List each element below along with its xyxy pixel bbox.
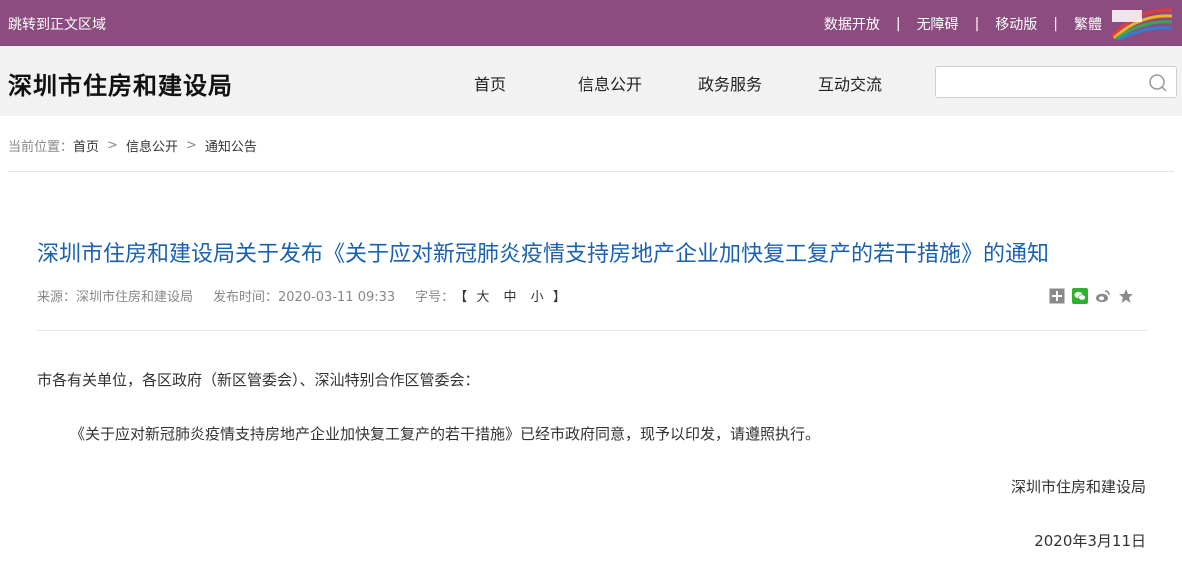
font-size-small[interactable]: 小 bbox=[531, 290, 544, 305]
separator: | bbox=[895, 16, 901, 32]
breadcrumb-separator: > bbox=[107, 138, 118, 153]
traditional-chinese-link[interactable]: 繁體 bbox=[1074, 14, 1102, 34]
site-title[interactable]: 深圳市住房和建设局 bbox=[8, 66, 233, 101]
weibo-icon[interactable] bbox=[1095, 288, 1111, 304]
separator: | bbox=[974, 16, 980, 32]
font-size-selector: 【 大 中 小 】 bbox=[454, 286, 566, 305]
nav-info-disclosure[interactable]: 信息公开 bbox=[550, 71, 670, 95]
article-body-paragraph: 《关于应对新冠肺炎疫情支持房地产企业加快复工复产的若干措施》已经市政府同意，现予… bbox=[70, 425, 821, 443]
plus-share-icon[interactable] bbox=[1049, 288, 1065, 304]
nav-interaction[interactable]: 互动交流 bbox=[790, 71, 910, 95]
utility-links: 数据开放 | 无障碍 | 移动版 | 繁體 bbox=[824, 14, 1102, 34]
article-publish-time: 发布时间：2020-03-11 09:33 bbox=[213, 290, 396, 305]
open-data-link[interactable]: 数据开放 bbox=[824, 14, 880, 34]
accessibility-link[interactable]: 无障碍 bbox=[917, 14, 959, 34]
divider bbox=[8, 171, 1174, 172]
breadcrumb-home[interactable]: 首页 bbox=[73, 136, 99, 155]
article-date: 2020年3月11日 bbox=[1034, 532, 1146, 550]
share-toolbar bbox=[1042, 288, 1134, 304]
star-favorite-icon[interactable] bbox=[1118, 288, 1134, 304]
breadcrumb-info-disclosure[interactable]: 信息公开 bbox=[126, 136, 178, 155]
search-icon[interactable] bbox=[1148, 73, 1168, 93]
main-nav: 首页 信息公开 政务服务 互动交流 bbox=[430, 71, 910, 95]
skip-to-content-link[interactable]: 跳转到正文区域 bbox=[8, 14, 106, 34]
article-source: 来源：深圳市住房和建设局 bbox=[37, 290, 194, 305]
search-box bbox=[935, 66, 1177, 98]
font-size-bracket-close: 】 bbox=[552, 290, 566, 305]
top-utility-bar: 跳转到正文区域 数据开放 | 无障碍 | 移动版 | 繁體 bbox=[0, 0, 1182, 46]
search-input[interactable] bbox=[942, 71, 1138, 93]
separator: | bbox=[1053, 16, 1058, 32]
breadcrumb-separator: > bbox=[185, 138, 197, 153]
article-title: 深圳市住房和建设局关于发布《关于应对新冠肺炎疫情支持房地产企业加快复工复产的若干… bbox=[37, 242, 1050, 267]
breadcrumb-notices[interactable]: 通知公告 bbox=[205, 136, 257, 155]
article-salutation: 市各有关单位，各区政府（新区管委会）、深汕特别合作区管委会： bbox=[37, 371, 480, 389]
breadcrumb-prefix: 当前位置： bbox=[8, 140, 74, 155]
nav-government-services[interactable]: 政务服务 bbox=[670, 71, 790, 95]
site-header: 深圳市住房和建设局 首页 信息公开 政务服务 互动交流 bbox=[0, 46, 1182, 116]
mobile-version-link[interactable]: 移动版 bbox=[995, 14, 1037, 34]
wechat-icon[interactable] bbox=[1072, 288, 1088, 304]
breadcrumb: 当前位置： 首页 > 信息公开 > 通知公告 bbox=[8, 136, 257, 155]
font-size-bracket-open: 【 bbox=[454, 290, 468, 305]
font-size-label: 字号： bbox=[415, 290, 455, 305]
shenzhen-logo-icon[interactable] bbox=[1108, 6, 1176, 40]
article-signature: 深圳市住房和建设局 bbox=[1010, 478, 1146, 496]
font-size-large[interactable]: 大 bbox=[476, 290, 489, 305]
divider bbox=[37, 330, 1147, 331]
font-size-medium[interactable]: 中 bbox=[504, 290, 517, 305]
article-meta: 来源：深圳市住房和建设局 发布时间：2020-03-11 09:33 字号： 【… bbox=[37, 286, 566, 305]
nav-home[interactable]: 首页 bbox=[430, 71, 550, 95]
